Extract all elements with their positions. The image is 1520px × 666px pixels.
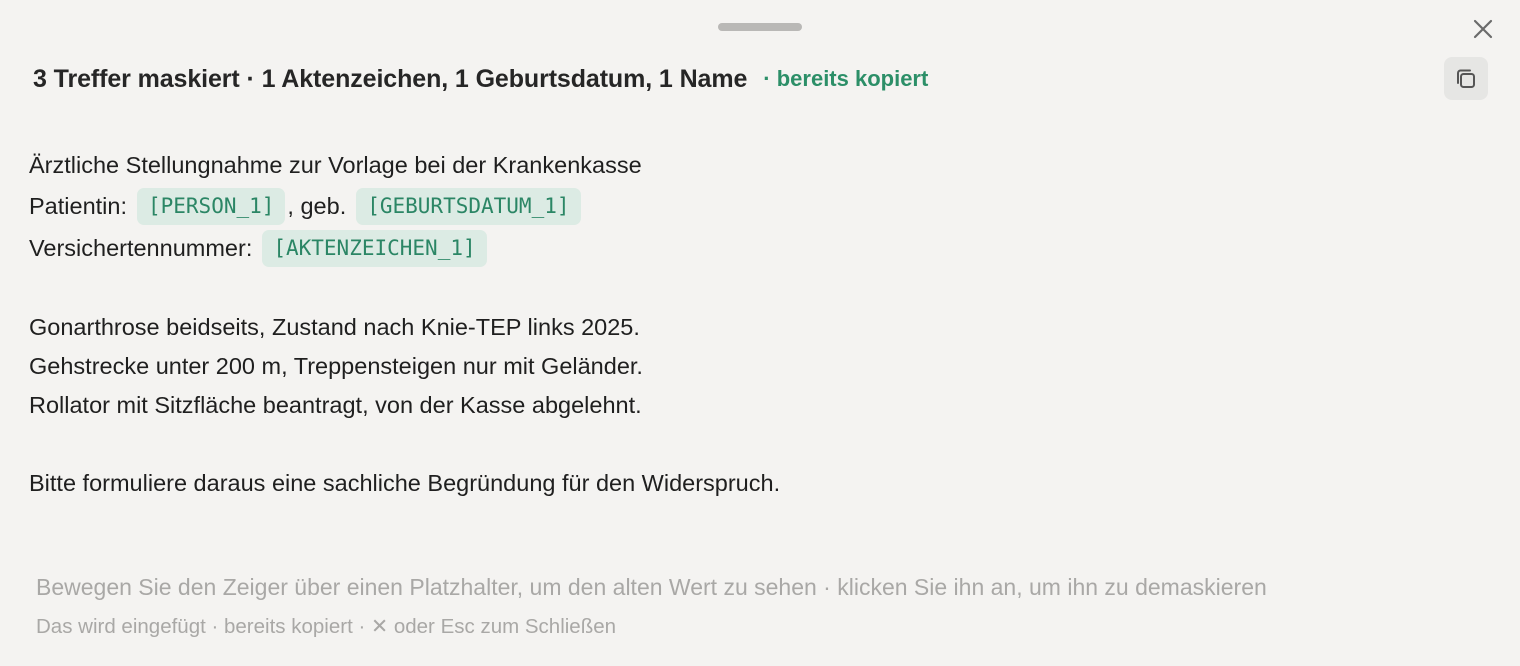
- summary-header: 3 Treffer maskiert · 1 Aktenzeichen, 1 G…: [33, 60, 928, 98]
- text-line: Ärztliche Stellungnahme zur Vorlage bei …: [29, 146, 1429, 185]
- text-line: Versichertennummer: [AKTENZEICHEN_1]: [29, 227, 1429, 269]
- masked-text-preview: Ärztliche Stellungnahme zur Vorlage bei …: [29, 146, 1429, 503]
- keyboard-hint: Das wird eingefügt · bereits kopiert · ✕…: [36, 615, 617, 638]
- hover-hint: Bewegen Sie den Zeiger über einen Platzh…: [36, 574, 1267, 600]
- patient-label: Patientin:: [29, 193, 127, 219]
- text-line: Bitte formuliere daraus eine sachliche B…: [29, 464, 1429, 503]
- text-line-9: Bitte formuliere daraus eine sachliche B…: [29, 470, 781, 496]
- close-icon: [1473, 19, 1493, 39]
- summary-title: 3 Treffer maskiert · 1 Aktenzeichen, 1 G…: [33, 64, 748, 93]
- drag-handle[interactable]: [718, 23, 802, 31]
- copy-button[interactable]: [1444, 57, 1488, 100]
- text-line-5: Gonarthrose beidseits, Zustand nach Knie…: [29, 314, 640, 340]
- text-line-1: Ärztliche Stellungnahme zur Vorlage bei …: [29, 152, 642, 178]
- text-line: Gehstrecke unter 200 m, Treppensteigen n…: [29, 347, 1429, 386]
- copy-icon: [1457, 69, 1475, 88]
- text-line: Patientin: [PERSON_1] , geb. [GEBURTSDAT…: [29, 185, 1429, 227]
- text-line: Gonarthrose beidseits, Zustand nach Knie…: [29, 308, 1429, 347]
- placeholder-person[interactable]: [PERSON_1]: [136, 187, 286, 225]
- placeholder-case-number[interactable]: [AKTENZEICHEN_1]: [262, 229, 487, 267]
- close-button[interactable]: [1466, 12, 1500, 46]
- text-line: Rollator mit Sitzfläche beantragt, von d…: [29, 386, 1429, 425]
- placeholder-birthdate[interactable]: [GEBURTSDATUM_1]: [356, 187, 581, 225]
- copied-status: · bereits kopiert: [763, 66, 929, 91]
- text-line-7: Rollator mit Sitzfläche beantragt, von d…: [29, 392, 642, 418]
- insurance-number-label: Versichertennummer:: [29, 235, 253, 261]
- text-line-6: Gehstrecke unter 200 m, Treppensteigen n…: [29, 353, 643, 379]
- birth-label: , geb.: [287, 193, 347, 219]
